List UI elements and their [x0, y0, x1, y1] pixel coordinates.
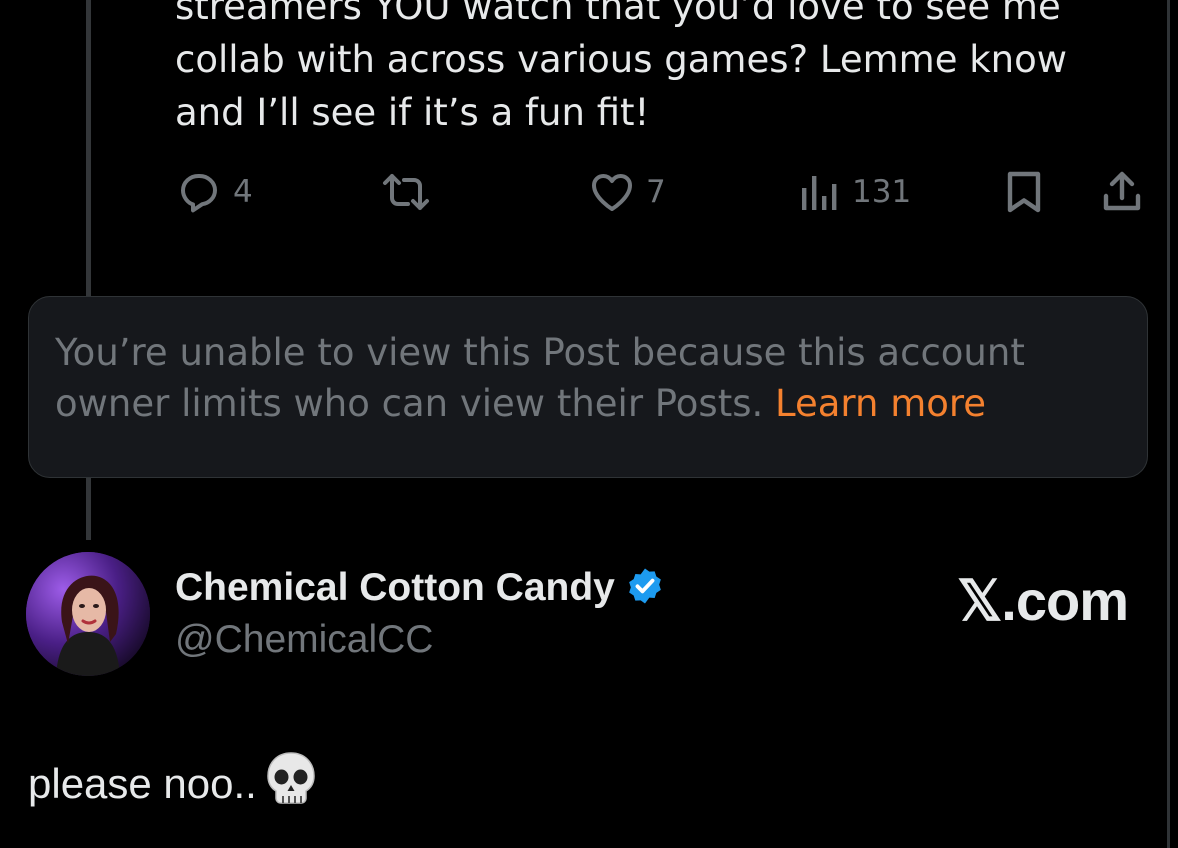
post-action-bar: 4 7 131	[0, 168, 1178, 216]
learn-more-link[interactable]: Learn more	[775, 382, 986, 425]
views-button[interactable]: 131	[798, 168, 911, 216]
scroll-edge-divider	[1167, 0, 1170, 848]
share-icon	[1098, 168, 1146, 216]
reply-button[interactable]: 4	[175, 168, 253, 216]
thread-connector-line	[86, 0, 91, 296]
reply-text: please noo..	[28, 760, 257, 807]
views-count: 131	[852, 174, 912, 210]
like-icon	[588, 168, 636, 216]
skull-emoji-icon	[263, 750, 319, 818]
thread-connector-line	[86, 478, 91, 540]
like-button[interactable]: 7	[588, 168, 666, 216]
share-button[interactable]	[1098, 168, 1146, 216]
reply-author[interactable]: Chemical Cotton Candy @ChemicalCC	[175, 562, 665, 662]
reply-count: 4	[233, 174, 253, 210]
author-name-row: Chemical Cotton Candy	[175, 562, 665, 614]
like-count: 7	[646, 174, 666, 210]
restricted-notice-text: You’re unable to view this Post because …	[55, 327, 1121, 429]
reply-icon	[175, 168, 223, 216]
brand-watermark: 𝕏.com	[957, 569, 1129, 632]
bookmark-button[interactable]	[1000, 168, 1048, 216]
reply-text-row: please noo..	[28, 750, 319, 818]
repost-icon	[380, 168, 432, 216]
post-text: streamers YOU watch that you’d love to s…	[175, 0, 1068, 134]
restricted-post-notice: You’re unable to view this Post because …	[28, 296, 1148, 478]
avatar[interactable]	[26, 552, 150, 676]
repost-button[interactable]	[380, 168, 432, 216]
views-icon	[798, 168, 842, 216]
author-display-name[interactable]: Chemical Cotton Candy	[175, 566, 615, 610]
verified-badge-icon	[625, 566, 665, 610]
bookmark-icon	[1000, 168, 1048, 216]
author-handle[interactable]: @ChemicalCC	[175, 618, 665, 662]
